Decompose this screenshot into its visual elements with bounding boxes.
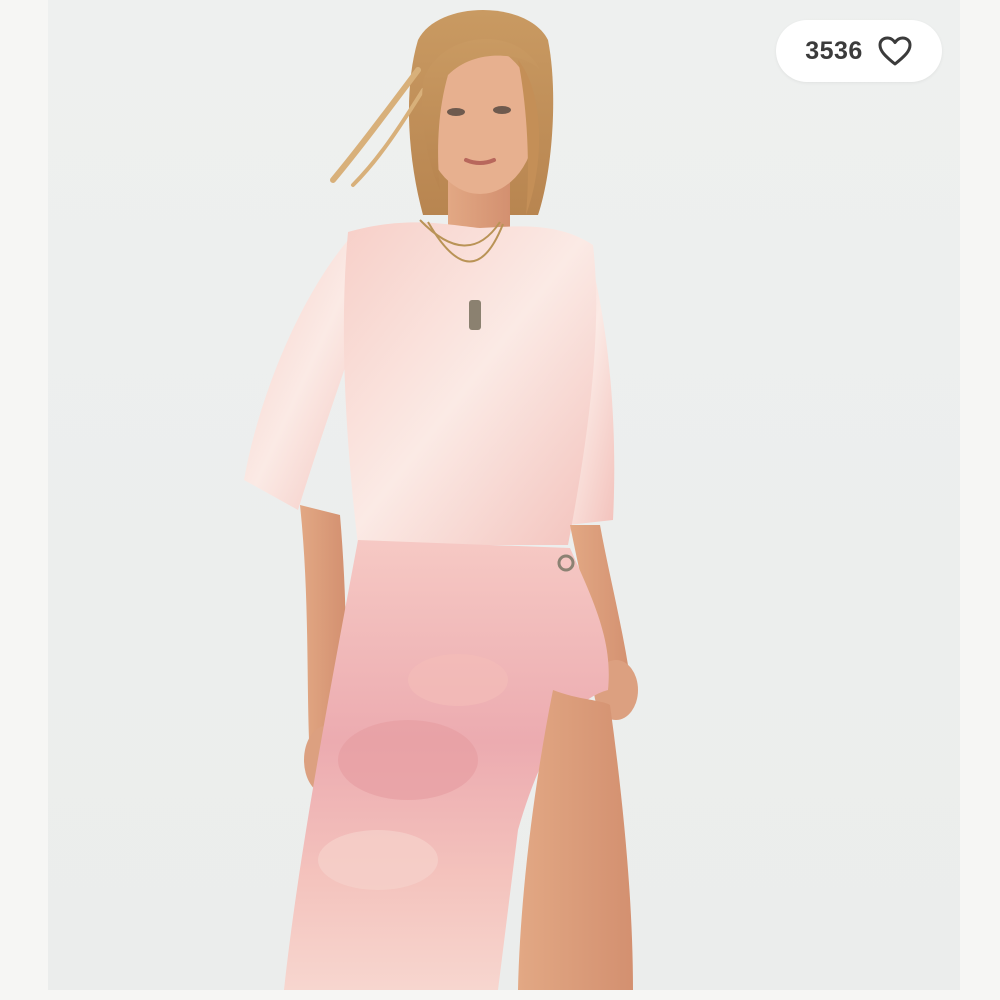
heart-outline-icon [878, 36, 912, 66]
model-illustration [244, 10, 638, 990]
like-count: 3536 [805, 36, 863, 65]
product-photo[interactable] [48, 0, 960, 990]
like-button[interactable]: 3536 [776, 20, 942, 82]
listing-image-frame: 3536 [0, 0, 1000, 1000]
